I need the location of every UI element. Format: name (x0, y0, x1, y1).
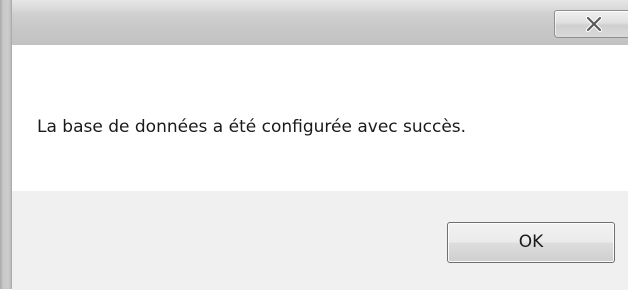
close-x-icon (585, 15, 603, 33)
window-frame-left (0, 0, 12, 289)
close-button[interactable] (554, 10, 628, 38)
ok-button[interactable]: OK (447, 222, 615, 263)
title-bar-highlight (0, 0, 628, 14)
client-top-edge (12, 45, 628, 61)
message-dialog: La base de données a été configurée avec… (0, 0, 628, 290)
dialog-message: La base de données a été configurée avec… (37, 117, 467, 137)
title-bar[interactable] (0, 0, 628, 45)
